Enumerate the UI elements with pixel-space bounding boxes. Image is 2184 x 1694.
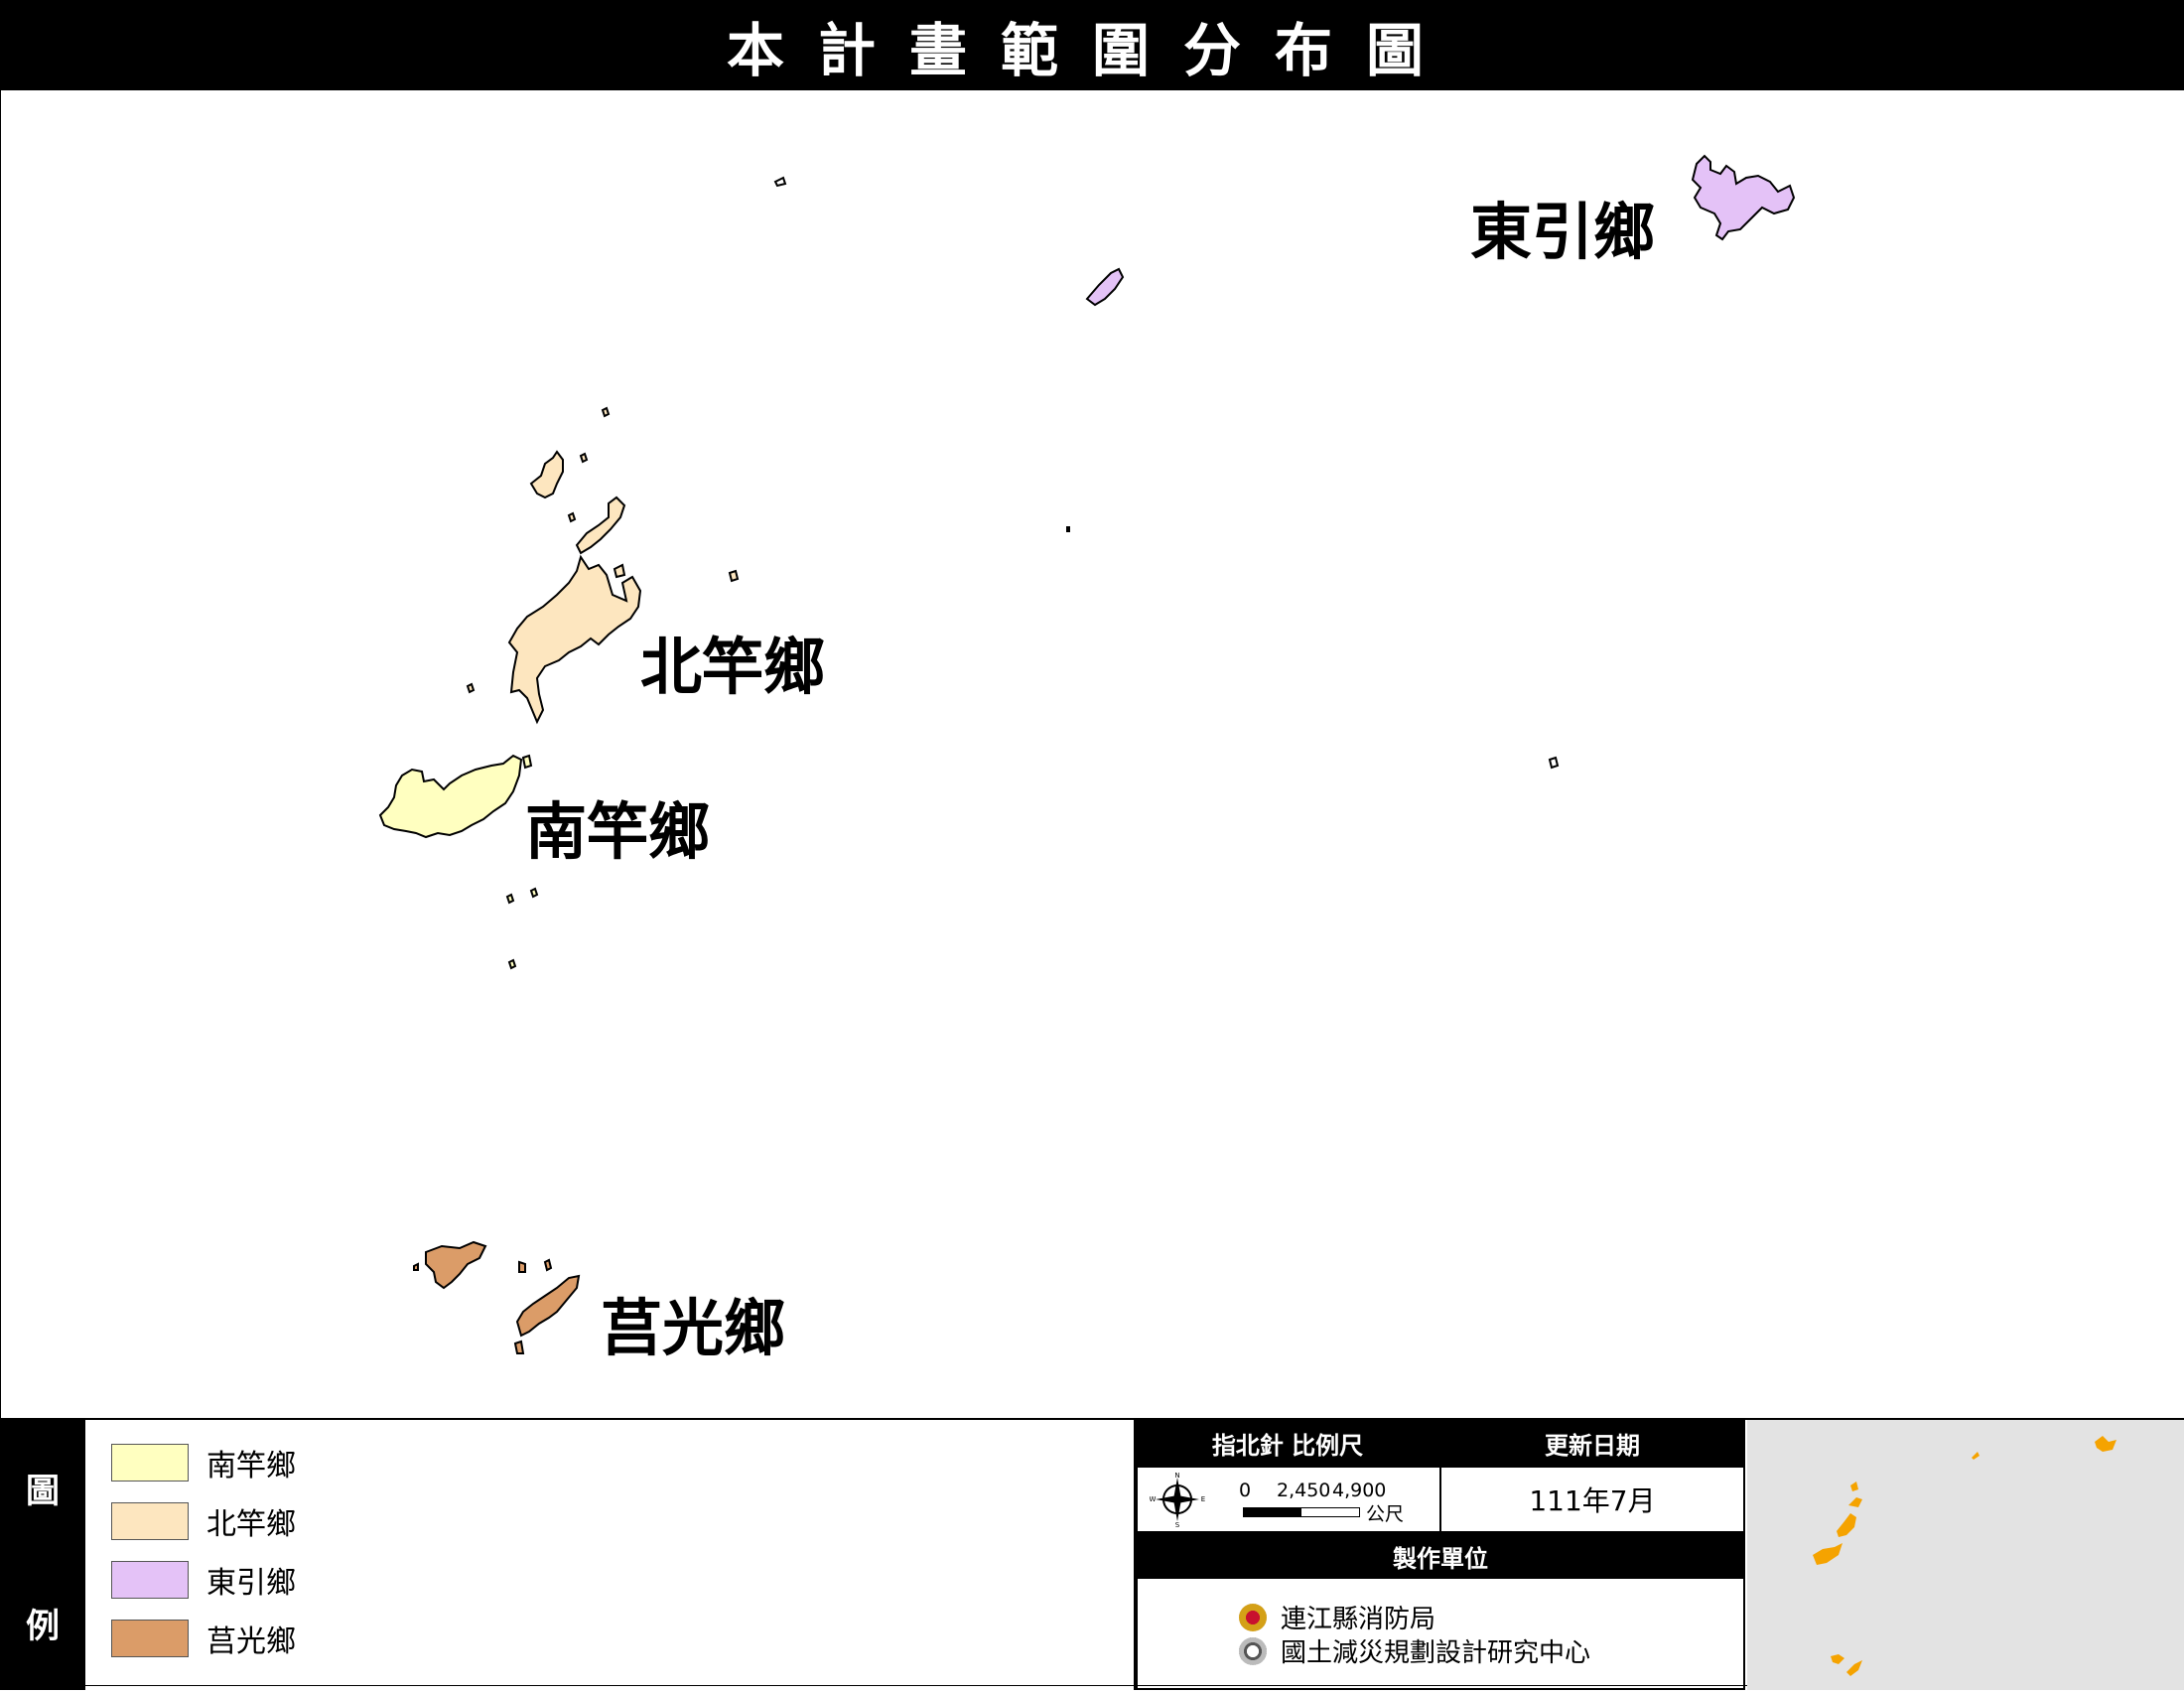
research-center-logo-icon (1239, 1636, 1267, 1665)
label-beigan: 北竿鄉 (640, 631, 826, 703)
label-nangan: 南竿鄉 (525, 795, 711, 868)
scale-label-max: 4,900 (1332, 1480, 1387, 1501)
label-dongyin: 東引鄉 (1470, 196, 1656, 268)
islet-east (1548, 756, 1560, 770)
map-title: 本計畫範圍分布圖 (726, 16, 1457, 84)
island-beigan-islet-f (601, 406, 611, 418)
inset-islands (1813, 1436, 2116, 1676)
inset-daqiu (1848, 1497, 1862, 1507)
maker-name: 連江縣消防局 (1281, 1605, 1436, 1634)
island-juguang-islet-d (413, 1262, 419, 1271)
legend-swatch (111, 1620, 189, 1657)
inset-gaodeng (1850, 1482, 1858, 1491)
island-nangan-islet-d (507, 958, 517, 970)
island-xiyin (1085, 267, 1125, 307)
legend-swatch (111, 1502, 189, 1540)
legend-item-juguang: 莒光鄉 (111, 1617, 296, 1660)
maker-research-center: 國土減災規劃設計研究中心 (1239, 1632, 1590, 1669)
bottom-panel: 圖 例 南竿鄉 北竿鄉 東引鄉 莒光鄉 指北針 比例尺 更新日期 N S E W… (0, 1418, 2184, 1690)
island-xiju (425, 1240, 487, 1290)
compass-w: W (1150, 1495, 1157, 1503)
compass-s: S (1175, 1521, 1180, 1527)
scale-bar-filled (1244, 1508, 1301, 1516)
maker-name: 國土減災規劃設計研究中心 (1281, 1638, 1591, 1668)
inset-xiyin (1972, 1452, 1979, 1460)
date-header: 更新日期 (1439, 1420, 1745, 1466)
legend-side-bottom: 例 (26, 1606, 60, 1646)
legend-item-beigan: 北竿鄉 (111, 1499, 296, 1543)
scale-unit: 公尺 (1366, 1503, 1405, 1525)
compass-n: N (1174, 1472, 1179, 1480)
legend-swatch (111, 1561, 189, 1599)
legend-side-top: 圖 (26, 1471, 60, 1511)
maker-fire-bureau: 連江縣消防局 (1239, 1599, 1435, 1635)
island-beigan-islet-c (567, 511, 577, 523)
island-map (378, 154, 1796, 1354)
compass-rose-icon: N S E W (1150, 1472, 1205, 1527)
island-nangan-main (378, 754, 523, 839)
fire-bureau-logo-icon (1239, 1603, 1267, 1631)
inset-dongju (1846, 1660, 1862, 1676)
label-juguang: 莒光鄉 (601, 1292, 786, 1364)
legend-label: 東引鄉 (206, 1566, 296, 1601)
legend-label: 南竿鄉 (206, 1449, 296, 1483)
island-juguang-islet-b (543, 1258, 553, 1272)
island-juguang-islet-a (518, 1260, 526, 1273)
legend-label: 莒光鄉 (206, 1624, 296, 1659)
inset-dongyin (2095, 1436, 2116, 1452)
island-beigan-islet-d (579, 452, 589, 464)
islet-middle (1066, 526, 1070, 532)
island-dongju (515, 1274, 581, 1338)
inset-beigan (1837, 1513, 1856, 1537)
info-panel: 指北針 比例尺 更新日期 N S E W 0 2,450 4,900 公尺 11… (1136, 1420, 1745, 1690)
islet-north (773, 176, 787, 188)
update-date: 111年7月 (1529, 1484, 1656, 1517)
legend-item-nangan: 南竿鄉 (111, 1441, 296, 1484)
island-dongyin-main (1691, 154, 1796, 241)
island-nangan-islet-c (529, 887, 539, 899)
map-area: 東引鄉 北竿鄉 南竿鄉 莒光鄉 (1, 90, 2183, 1418)
title-bar: 本計畫範圍分布圖 (0, 0, 2184, 90)
island-beigan-islet-b (728, 569, 740, 583)
inset-xiju (1831, 1654, 1844, 1664)
island-beigan-islet-e (466, 682, 476, 694)
island-nangan-islet-a (521, 754, 533, 770)
legend-label: 北竿鄉 (206, 1507, 296, 1542)
maker-header: 製作單位 (1136, 1533, 1745, 1579)
compass-scale-header: 指北針 比例尺 (1136, 1420, 1439, 1466)
island-beigan-islet-a (613, 563, 626, 579)
scale-label-mid: 2,450 (1277, 1480, 1331, 1501)
island-beigan-main (507, 554, 642, 725)
inset-nangan (1813, 1543, 1843, 1565)
island-gaodeng (529, 450, 564, 499)
legend-side-label: 圖 例 (0, 1420, 85, 1690)
legend: 南竿鄉 北竿鄉 東引鄉 莒光鄉 (85, 1420, 1136, 1690)
compass-e: E (1201, 1495, 1205, 1503)
island-juguang-islet-c (513, 1340, 525, 1354)
island-daqiu (575, 495, 626, 555)
scale-bar (1243, 1507, 1360, 1517)
legend-swatch (111, 1444, 189, 1482)
inset-map (1747, 1420, 2184, 1690)
island-nangan-islet-b (505, 893, 515, 905)
legend-item-dongyin: 東引鄉 (111, 1558, 296, 1602)
scale-label-0: 0 (1239, 1480, 1252, 1501)
